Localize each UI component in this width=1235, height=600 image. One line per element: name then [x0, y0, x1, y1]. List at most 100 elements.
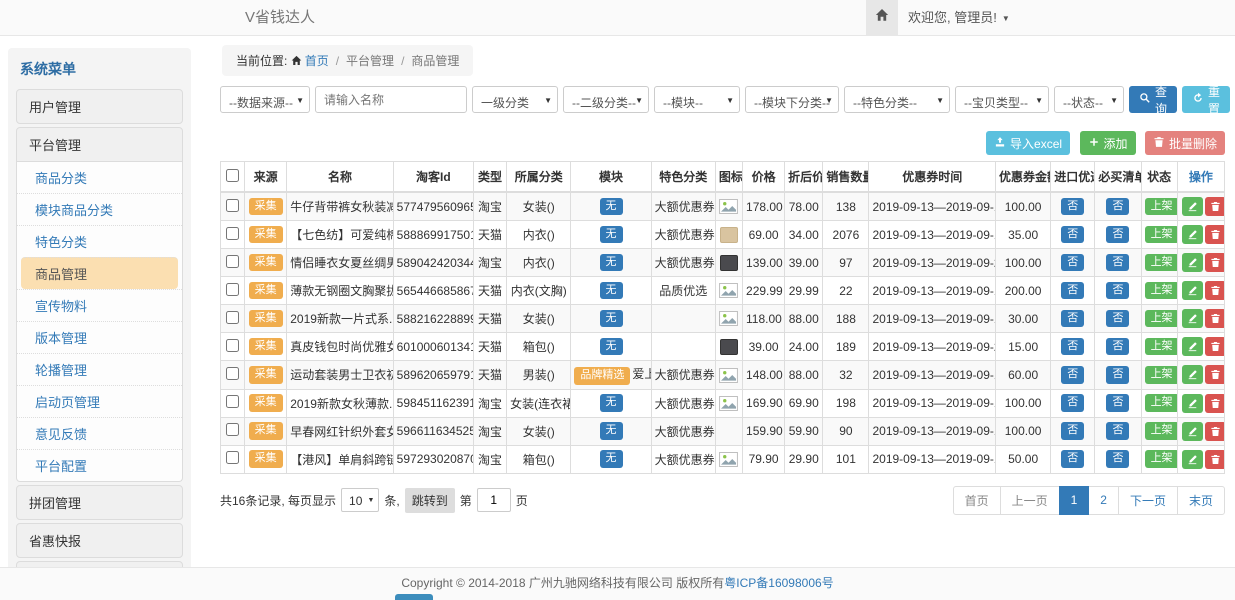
sidebar-item-goods-manage[interactable]: 商品管理: [21, 257, 178, 289]
filter-select-module[interactable]: --模块--▼: [654, 86, 740, 113]
name-search-input[interactable]: [315, 86, 467, 113]
imported-toggle[interactable]: 否: [1061, 338, 1084, 356]
must-buy-toggle[interactable]: 否: [1106, 338, 1129, 356]
per-page-select[interactable]: 10 ▼: [341, 488, 379, 512]
sidebar-item-feedback[interactable]: 意见反馈: [17, 417, 182, 449]
imported-toggle[interactable]: 否: [1061, 394, 1084, 412]
row-checkbox[interactable]: [226, 227, 239, 240]
must-buy-toggle[interactable]: 否: [1106, 366, 1129, 384]
row-checkbox[interactable]: [226, 339, 239, 352]
delete-button[interactable]: [1205, 225, 1225, 244]
status-toggle[interactable]: 上架: [1145, 450, 1178, 468]
edit-button[interactable]: [1182, 281, 1203, 300]
sidebar-item-module-goods-category[interactable]: 模块商品分类: [17, 193, 182, 225]
row-checkbox[interactable]: [226, 283, 239, 296]
edit-button[interactable]: [1182, 394, 1203, 413]
status-toggle[interactable]: 上架: [1145, 394, 1178, 412]
app-title[interactable]: V省钱达人: [245, 0, 315, 35]
status-toggle[interactable]: 上架: [1145, 422, 1178, 440]
edit-button[interactable]: [1182, 422, 1203, 441]
add-button[interactable]: 添加: [1080, 131, 1136, 155]
delete-button[interactable]: [1205, 197, 1225, 216]
edit-button[interactable]: [1182, 197, 1203, 216]
delete-button[interactable]: [1205, 422, 1225, 441]
reset-button[interactable]: 重置: [1182, 86, 1230, 113]
edit-button[interactable]: [1182, 225, 1203, 244]
module-badge[interactable]: 无: [600, 254, 623, 272]
edit-button[interactable]: [1182, 253, 1203, 272]
delete-button[interactable]: [1205, 253, 1225, 272]
must-buy-toggle[interactable]: 否: [1106, 394, 1129, 412]
batch-delete-button[interactable]: 批量删除: [1145, 131, 1225, 155]
sidebar-item-feature-category[interactable]: 特色分类: [17, 225, 182, 257]
import-excel-button[interactable]: 导入excel: [986, 131, 1070, 155]
sidebar-item-promo-material[interactable]: 宣传物料: [17, 289, 182, 321]
status-toggle[interactable]: 上架: [1145, 226, 1178, 244]
sidebar-section-platform[interactable]: 平台管理: [16, 127, 183, 162]
must-buy-toggle[interactable]: 否: [1106, 282, 1129, 300]
row-checkbox[interactable]: [226, 311, 239, 324]
delete-button[interactable]: [1205, 337, 1225, 356]
jump-page-input[interactable]: [477, 488, 511, 512]
filter-select-item-type[interactable]: --宝贝类型--▼: [955, 86, 1049, 113]
status-toggle[interactable]: 上架: [1145, 366, 1178, 384]
sidebar-item-version-manage[interactable]: 版本管理: [17, 321, 182, 353]
status-toggle[interactable]: 上架: [1145, 198, 1178, 216]
page-button-2[interactable]: 2: [1088, 486, 1119, 515]
imported-toggle[interactable]: 否: [1061, 282, 1084, 300]
imported-toggle[interactable]: 否: [1061, 254, 1084, 272]
row-checkbox[interactable]: [226, 367, 239, 380]
breadcrumb-home-link[interactable]: 首页: [305, 54, 329, 68]
module-badge[interactable]: 无: [600, 282, 623, 300]
row-checkbox[interactable]: [226, 199, 239, 212]
sidebar-section-savings-express[interactable]: 省惠快报: [16, 523, 183, 558]
page-button-1[interactable]: 1: [1059, 486, 1090, 515]
sidebar-item-carousel-manage[interactable]: 轮播管理: [17, 353, 182, 385]
imported-toggle[interactable]: 否: [1061, 366, 1084, 384]
module-badge[interactable]: 无: [600, 198, 623, 216]
status-toggle[interactable]: 上架: [1145, 310, 1178, 328]
status-toggle[interactable]: 上架: [1145, 338, 1178, 356]
imported-toggle[interactable]: 否: [1061, 198, 1084, 216]
module-badge[interactable]: 无: [600, 310, 623, 328]
row-checkbox[interactable]: [226, 255, 239, 268]
module-badge[interactable]: 无: [600, 422, 623, 440]
select-all-checkbox[interactable]: [226, 169, 239, 182]
imported-toggle[interactable]: 否: [1061, 422, 1084, 440]
filter-select-feature-category[interactable]: --特色分类--▼: [844, 86, 950, 113]
filter-select-data-source[interactable]: --数据来源--▼: [220, 86, 310, 113]
page-button-last[interactable]: 末页: [1177, 486, 1225, 515]
status-toggle[interactable]: 上架: [1145, 254, 1178, 272]
filter-select-level1-category[interactable]: 一级分类▼: [472, 86, 558, 113]
row-checkbox[interactable]: [226, 423, 239, 436]
user-menu[interactable]: 欢迎您, 管理员!▼: [908, 0, 1010, 35]
edit-button[interactable]: [1182, 337, 1203, 356]
delete-button[interactable]: [1205, 365, 1225, 384]
jump-button[interactable]: 跳转到: [405, 488, 455, 513]
module-badge[interactable]: 无: [600, 226, 623, 244]
module-badge[interactable]: 无: [600, 394, 623, 412]
module-badge[interactable]: 无: [600, 450, 623, 468]
sidebar-item-splash-manage[interactable]: 启动页管理: [17, 385, 182, 417]
imported-toggle[interactable]: 否: [1061, 450, 1084, 468]
must-buy-toggle[interactable]: 否: [1106, 254, 1129, 272]
edit-button[interactable]: [1182, 365, 1203, 384]
row-checkbox[interactable]: [226, 395, 239, 408]
edit-button[interactable]: [1182, 450, 1203, 469]
delete-button[interactable]: [1205, 281, 1225, 300]
module-badge[interactable]: 无: [600, 338, 623, 356]
must-buy-toggle[interactable]: 否: [1106, 450, 1129, 468]
must-buy-toggle[interactable]: 否: [1106, 422, 1129, 440]
imported-toggle[interactable]: 否: [1061, 226, 1084, 244]
status-toggle[interactable]: 上架: [1145, 282, 1178, 300]
filter-select-status[interactable]: --状态--▼: [1054, 86, 1124, 113]
filter-select-module-subcategory[interactable]: --模块下分类--▼: [745, 86, 839, 113]
search-button[interactable]: 查询: [1129, 86, 1177, 113]
sidebar-item-goods-category[interactable]: 商品分类: [17, 162, 182, 193]
must-buy-toggle[interactable]: 否: [1106, 226, 1129, 244]
filter-select-level2-category[interactable]: --二级分类--▼: [563, 86, 649, 113]
sidebar-section-user[interactable]: 用户管理: [16, 89, 183, 124]
edit-button[interactable]: [1182, 309, 1203, 328]
sidebar-section-group-buy[interactable]: 拼团管理: [16, 485, 183, 520]
sidebar-item-platform-config[interactable]: 平台配置: [17, 449, 182, 481]
